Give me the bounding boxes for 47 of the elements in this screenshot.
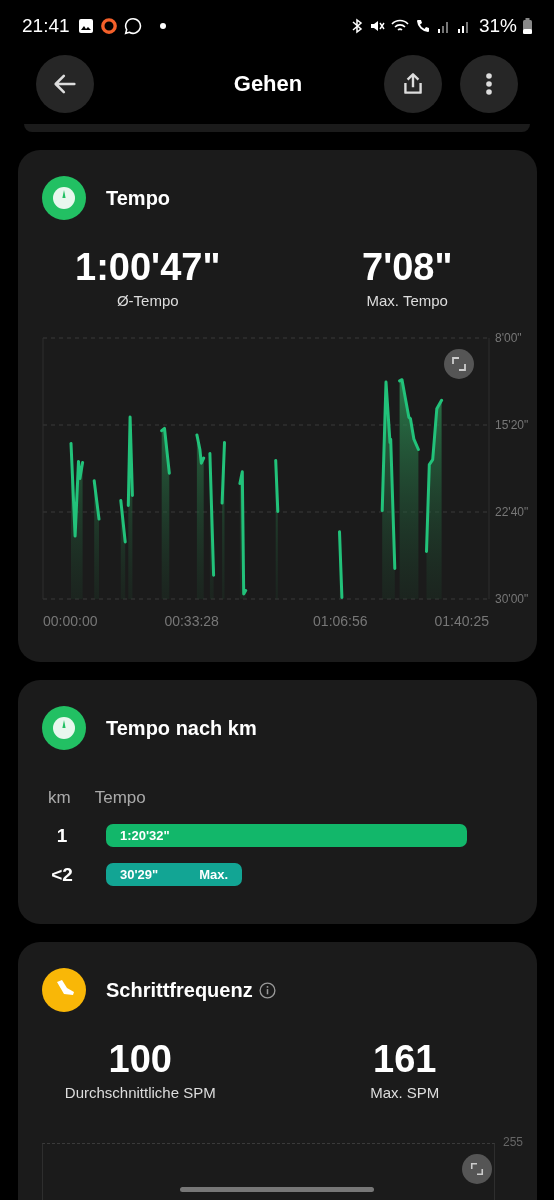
ring-icon bbox=[99, 17, 118, 35]
km-number: 1 bbox=[55, 824, 69, 847]
km-number: <2 bbox=[50, 863, 74, 886]
y-axis-label: 22'40" bbox=[495, 505, 529, 519]
more-icon bbox=[485, 72, 493, 96]
chat-icon bbox=[123, 17, 142, 35]
expand-button[interactable] bbox=[462, 1154, 492, 1184]
x-axis-label: 01:06:56 bbox=[313, 613, 368, 629]
bar-value: 30'29" bbox=[120, 867, 159, 882]
wifi-icon bbox=[390, 18, 409, 34]
status-time: 21:41 bbox=[22, 15, 70, 37]
card-title: Tempo nach km bbox=[106, 716, 257, 740]
card-title: Schrittfrequenz bbox=[106, 978, 253, 1002]
dot-icon bbox=[159, 23, 166, 29]
stat-value: 100 bbox=[108, 1038, 172, 1080]
expand-button[interactable] bbox=[444, 349, 474, 379]
mute-icon bbox=[368, 18, 385, 34]
stat-label: Max. SPM bbox=[370, 1084, 440, 1101]
y-axis-label: 15'20" bbox=[495, 418, 529, 432]
bluetooth-icon bbox=[350, 18, 363, 34]
y-axis-label: 8'00" bbox=[495, 331, 522, 345]
gauge-icon bbox=[42, 176, 86, 220]
y-axis-label: 255 bbox=[503, 1135, 524, 1151]
battery-icon bbox=[523, 18, 532, 34]
battery-percent: 31% bbox=[478, 15, 517, 37]
max-label: Max. bbox=[199, 867, 229, 882]
stat-label: Durchschnittliche SPM bbox=[64, 1084, 216, 1101]
gauge-icon bbox=[42, 706, 86, 750]
card-title: Tempo bbox=[106, 186, 171, 210]
stat-value: 1:00'47" bbox=[75, 246, 221, 288]
stat-value: 7'08" bbox=[362, 246, 453, 288]
gallery-icon bbox=[77, 18, 94, 34]
expand-icon bbox=[470, 1162, 484, 1176]
column-header: Tempo bbox=[94, 788, 146, 808]
x-axis-label: 00:33:28 bbox=[164, 613, 219, 629]
shoe-icon bbox=[42, 968, 86, 1012]
bar-value: 1:20'32" bbox=[120, 828, 170, 843]
page-title: Gehen bbox=[232, 71, 304, 97]
y-axis-label: 30'00" bbox=[495, 592, 529, 606]
info-icon[interactable] bbox=[258, 981, 276, 999]
x-axis-label: 00:00:00 bbox=[43, 613, 98, 629]
phone-icon bbox=[414, 18, 431, 34]
column-header: km bbox=[48, 788, 71, 808]
stat-value: 161 bbox=[373, 1038, 437, 1080]
x-axis-label: 01:40:25 bbox=[434, 613, 489, 629]
stat-label: Max. Tempo bbox=[366, 292, 448, 309]
stat-label: Ø-Tempo bbox=[116, 292, 179, 309]
